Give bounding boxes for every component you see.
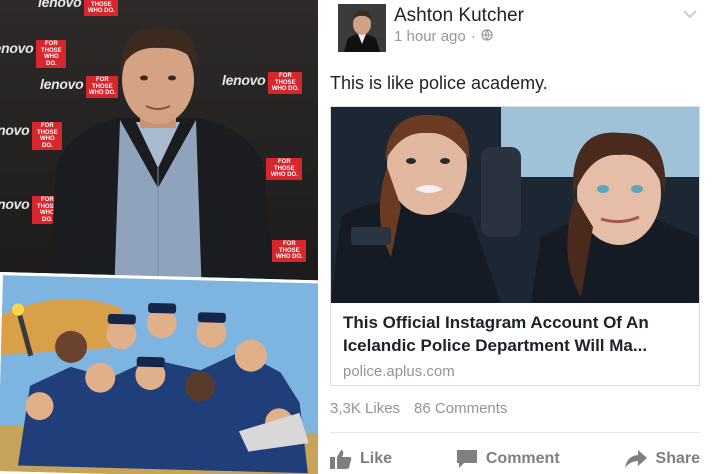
post-stats: 3,3K Likes 86 Comments xyxy=(330,400,507,417)
post-meta: 1 hour ago · xyxy=(394,28,493,45)
separator-dot: · xyxy=(470,28,476,45)
divider xyxy=(330,432,700,433)
author-name[interactable]: Ashton Kutcher xyxy=(394,5,524,27)
likes-count[interactable]: 3,3K Likes xyxy=(330,400,400,417)
chevron-down-icon[interactable] xyxy=(683,6,697,22)
photo-collage: lenovo FOR THOSE WHO DO. lenovo FOR THOS… xyxy=(0,0,318,474)
avatar[interactable] xyxy=(338,4,386,52)
like-button[interactable]: Like xyxy=(330,449,392,469)
like-label: Like xyxy=(360,450,393,467)
backdrop-logo: lenovo FOR THOSE WHO DO. xyxy=(38,0,119,16)
link-preview-image[interactable] xyxy=(331,107,699,303)
movie-poster xyxy=(0,272,318,474)
link-domain: police.aplus.com xyxy=(343,363,455,380)
share-arrow-icon xyxy=(624,449,648,469)
person-photo xyxy=(48,27,274,298)
post-text: This is like police academy. xyxy=(330,73,548,93)
comments-count[interactable]: 86 Comments xyxy=(414,400,507,417)
comment-button[interactable]: Comment xyxy=(456,449,560,469)
timestamp[interactable]: 1 hour ago xyxy=(394,28,466,45)
share-button[interactable]: Share xyxy=(624,449,700,469)
social-post: Ashton Kutcher 1 hour ago · This is like… xyxy=(330,0,713,474)
action-bar: Like Comment Share xyxy=(330,444,700,474)
share-label: Share xyxy=(655,450,700,467)
link-title[interactable]: This Official Instagram Account Of An Ic… xyxy=(343,311,693,357)
link-preview-card[interactable]: This Official Instagram Account Of An Ic… xyxy=(330,106,700,386)
comment-icon xyxy=(456,449,478,469)
comment-label: Comment xyxy=(485,450,560,467)
thumbs-up-icon xyxy=(330,449,352,469)
globe-icon[interactable] xyxy=(481,28,493,45)
